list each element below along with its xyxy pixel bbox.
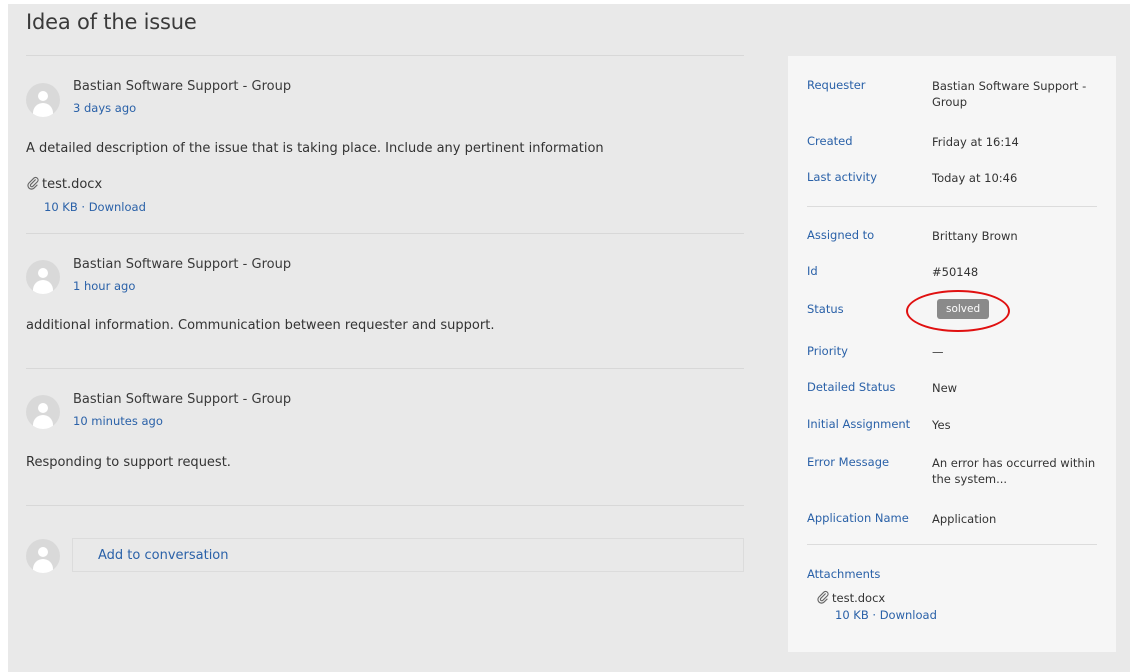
detail-label: Last activity <box>807 170 877 184</box>
detail-value: Brittany Brown <box>932 229 1018 243</box>
attachment-name[interactable]: test.docx <box>832 591 885 605</box>
user-avatar-icon <box>26 395 60 429</box>
detail-label: Created <box>807 134 853 148</box>
divider <box>807 206 1097 207</box>
detail-label: Status <box>807 302 844 316</box>
sidebar-attachment-meta: 10 KB · Download <box>835 608 1135 622</box>
detail-label: Requester <box>807 78 866 92</box>
detail-label: Initial Assignment <box>807 417 911 431</box>
attachment-meta: 10 KB · Download <box>44 200 146 214</box>
comment-author: Bastian Software Support - Group <box>73 79 292 94</box>
detail-label: Id <box>807 264 818 278</box>
detail-label: Assigned to <box>807 228 875 242</box>
comment-body: additional information. Communication be… <box>26 318 495 333</box>
detail-value: New <box>932 381 958 395</box>
detail-label: Attachments <box>807 567 881 581</box>
detail-label: Detailed Status <box>807 380 896 394</box>
user-avatar-icon <box>26 260 60 294</box>
download-link[interactable]: Download <box>880 608 937 622</box>
detail-value: An error has occurred within the system.… <box>932 456 1096 486</box>
detail-label: Application Name <box>807 511 909 525</box>
download-link[interactable]: Download <box>89 200 146 214</box>
detail-value: #50148 <box>932 265 979 279</box>
divider <box>26 368 744 369</box>
detail-label: Priority <box>807 344 848 358</box>
ticket-details-sidebar: Requester Bastian Software Support - Gro… <box>788 56 1116 652</box>
user-avatar-icon <box>26 539 60 573</box>
detail-value: Today at 10:46 <box>932 171 1018 185</box>
attachment[interactable]: test.docx <box>26 176 102 192</box>
attachment-name[interactable]: test.docx <box>42 177 102 192</box>
add-to-conversation-input[interactable]: Add to conversation <box>72 538 744 572</box>
meta-separator: · <box>81 200 86 214</box>
comment-time[interactable]: 3 days ago <box>73 101 136 115</box>
comment-body: Responding to support request. <box>26 455 231 470</box>
ticket-page: Idea of the issue Bastian Software Suppo… <box>8 4 1130 672</box>
status-highlight-circle <box>906 290 1010 332</box>
detail-label: Error Message <box>807 455 890 469</box>
detail-value: Application <box>932 512 997 526</box>
meta-separator: · <box>872 608 877 622</box>
comment-author: Bastian Software Support - Group <box>73 392 292 407</box>
paperclip-icon <box>27 176 39 190</box>
paperclip-icon <box>817 590 829 604</box>
divider <box>807 544 1097 545</box>
comment-time[interactable]: 1 hour ago <box>73 279 135 293</box>
reply-placeholder: Add to conversation <box>98 548 229 563</box>
detail-value: — <box>932 345 944 359</box>
divider <box>26 233 744 234</box>
comment-time[interactable]: 10 minutes ago <box>73 414 163 428</box>
sidebar-attachment[interactable]: test.docx <box>816 590 1116 605</box>
detail-value: Friday at 16:14 <box>932 135 1019 149</box>
user-avatar-icon <box>26 83 60 117</box>
detail-value: Yes <box>932 418 951 432</box>
page-title: Idea of the issue <box>26 10 197 34</box>
attachment-size: 10 KB <box>835 608 869 622</box>
comment-body: A detailed description of the issue that… <box>26 141 604 156</box>
divider <box>26 55 744 56</box>
attachment-size: 10 KB <box>44 200 78 214</box>
divider <box>26 505 744 506</box>
detail-value: Bastian Software Support - Group <box>932 79 1087 109</box>
comment-author: Bastian Software Support - Group <box>73 257 292 272</box>
